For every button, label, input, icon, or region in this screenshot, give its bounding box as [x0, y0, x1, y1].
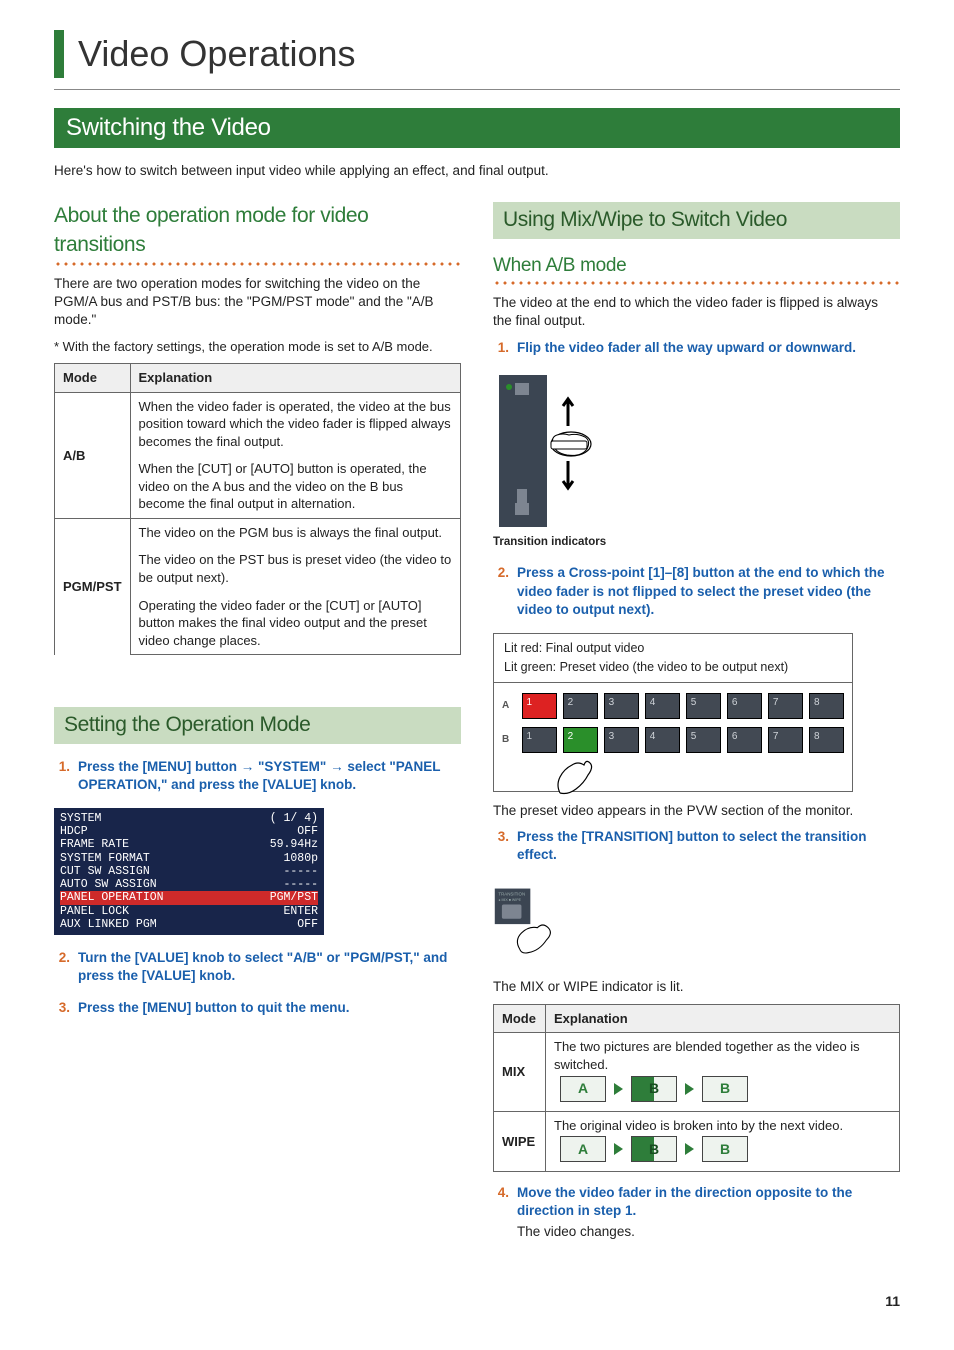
mode-pgm-e1: The video on the PGM bus is always the f…	[130, 518, 460, 546]
crosspoint-button[interactable]: 4	[645, 693, 680, 719]
using-step3: Press the [TRANSITION] button to select …	[517, 828, 900, 864]
row-a-label: A	[502, 699, 516, 713]
mix-sequence: A B B	[554, 1074, 891, 1106]
crosspoint-button[interactable]: 2	[563, 693, 598, 719]
crosspoint-button[interactable]: 8	[809, 727, 844, 753]
step-number: 2.	[54, 949, 70, 985]
mode-pgm-label: PGM/PST	[55, 518, 131, 654]
triangle-right-icon	[685, 1083, 694, 1095]
mode-pgm-e3: Operating the video fader or the [CUT] o…	[130, 592, 460, 655]
using-step4: Move the video fader in the direction op…	[517, 1185, 852, 1218]
triangle-right-icon	[685, 1143, 694, 1155]
transition-figure: TRANSITION ● MIX ■ WIPE	[493, 882, 573, 968]
crosspoint-button[interactable]: 3	[604, 693, 639, 719]
title-rule	[54, 89, 900, 90]
about-note: * With the factory settings, the operati…	[54, 338, 461, 356]
setting-step2: Turn the [VALUE] knob to select "A/B" or…	[78, 949, 461, 985]
mix-expl: The two pictures are blended together as…	[554, 1038, 891, 1073]
using-heading: Using Mix/Wipe to Switch Video	[493, 202, 900, 238]
crosspoint-button[interactable]: 1	[522, 727, 557, 753]
seq-box-a: A	[560, 1076, 606, 1102]
dotted-rule	[54, 261, 461, 267]
using-step1: Flip the video fader all the way upward …	[517, 339, 856, 357]
after-fig3: The MIX or WIPE indicator is lit.	[493, 978, 900, 996]
mode-ab-e2: When the [CUT] or [AUTO] button is opera…	[130, 455, 460, 518]
crosspoint-legend: Lit red: Final output video Lit green: P…	[493, 633, 853, 682]
intro-text: Here's how to switch between input video…	[54, 162, 900, 180]
legend-green: Lit green: Preset video (the video to be…	[504, 660, 788, 674]
menu-screenshot: SYSTEM( 1/ 4)HDCPOFFFRAME RATE59.94HzSYS…	[54, 808, 324, 935]
mw-h2: Explanation	[546, 1004, 900, 1033]
crosspoint-button[interactable]: 8	[809, 693, 844, 719]
about-heading: About the operation mode for video trans…	[54, 202, 461, 259]
triangle-right-icon	[614, 1143, 623, 1155]
crosspoint-button[interactable]: 6	[727, 727, 762, 753]
step-number: 2.	[493, 564, 509, 619]
setting-step3: Press the [MENU] button to quit the menu…	[78, 999, 350, 1017]
page-number: 11	[54, 1292, 900, 1311]
triangle-right-icon	[614, 1083, 623, 1095]
legend-red: Lit red: Final output video	[504, 641, 644, 655]
fader-figure	[493, 371, 623, 531]
svg-text:● MIX ■ WIPE: ● MIX ■ WIPE	[498, 898, 521, 902]
svg-text:TRANSITION: TRANSITION	[498, 892, 525, 897]
abmode-heading: When A/B mode	[493, 253, 900, 279]
seq-box-mix: B	[631, 1076, 677, 1102]
crosspoint-button[interactable]: 5	[686, 693, 721, 719]
crosspoint-button[interactable]: 5	[686, 727, 721, 753]
crosspoint-button[interactable]: 4	[645, 727, 680, 753]
wipe-expl: The original video is broken into by the…	[554, 1117, 891, 1135]
step-number: 1.	[54, 758, 70, 794]
crosspoint-button[interactable]: 7	[768, 693, 803, 719]
mix-wipe-table: Mode Explanation MIX The two pictures ar…	[493, 1004, 900, 1172]
mode-pgm-e2: The video on the PST bus is preset video…	[130, 546, 460, 591]
setting-heading: Setting the Operation Mode	[54, 707, 461, 743]
crosspoint-button[interactable]: 3	[604, 727, 639, 753]
step-number: 4.	[493, 1184, 509, 1242]
abmode-p: The video at the end to which the video …	[493, 294, 900, 330]
using-step2: Press a Cross-point [1]–[8] button at th…	[517, 564, 900, 619]
hand-pointer-icon	[554, 755, 596, 795]
using-step4-after: The video changes.	[517, 1223, 900, 1241]
mix-label: MIX	[494, 1033, 546, 1111]
seq-box-wipe: B	[631, 1136, 677, 1162]
seq-box-b: B	[702, 1076, 748, 1102]
section-heading: Switching the Video	[54, 108, 900, 148]
about-p1: There are two operation modes for switch…	[54, 275, 461, 330]
crosspoint-button[interactable]: 1	[522, 693, 557, 719]
dotted-rule	[493, 280, 900, 286]
row-b-label: B	[502, 733, 516, 747]
seq-box-b: B	[702, 1136, 748, 1162]
fader-caption: Transition indicators	[493, 535, 900, 551]
wipe-label: WIPE	[494, 1111, 546, 1172]
mode-table: Mode Explanation A/B When the video fade…	[54, 363, 461, 655]
step-number: 3.	[54, 999, 70, 1017]
step-number: 1.	[493, 339, 509, 357]
page-title: Video Operations	[78, 30, 356, 79]
mode-ab-e1: When the video fader is operated, the vi…	[130, 392, 460, 455]
mode-ab-label: A/B	[55, 392, 131, 518]
title-accent-bar	[54, 30, 64, 78]
wipe-sequence: A B B	[554, 1134, 891, 1166]
seq-box-a: A	[560, 1136, 606, 1162]
step-number: 3.	[493, 828, 509, 864]
crosspoint-figure: A 1 2 3 4 5 6 7 8 B 1 2 3 4 5 6 7 8	[493, 682, 853, 792]
mode-table-h1: Mode	[55, 364, 131, 393]
setting-step1: Press the [MENU] button → "SYSTEM" → sel…	[78, 758, 461, 794]
crosspoint-button[interactable]: 2	[563, 727, 598, 753]
after-fig2: The preset video appears in the PVW sect…	[493, 802, 900, 820]
crosspoint-button[interactable]: 7	[768, 727, 803, 753]
mw-h1: Mode	[494, 1004, 546, 1033]
mode-table-h2: Explanation	[130, 364, 460, 393]
crosspoint-button[interactable]: 6	[727, 693, 762, 719]
